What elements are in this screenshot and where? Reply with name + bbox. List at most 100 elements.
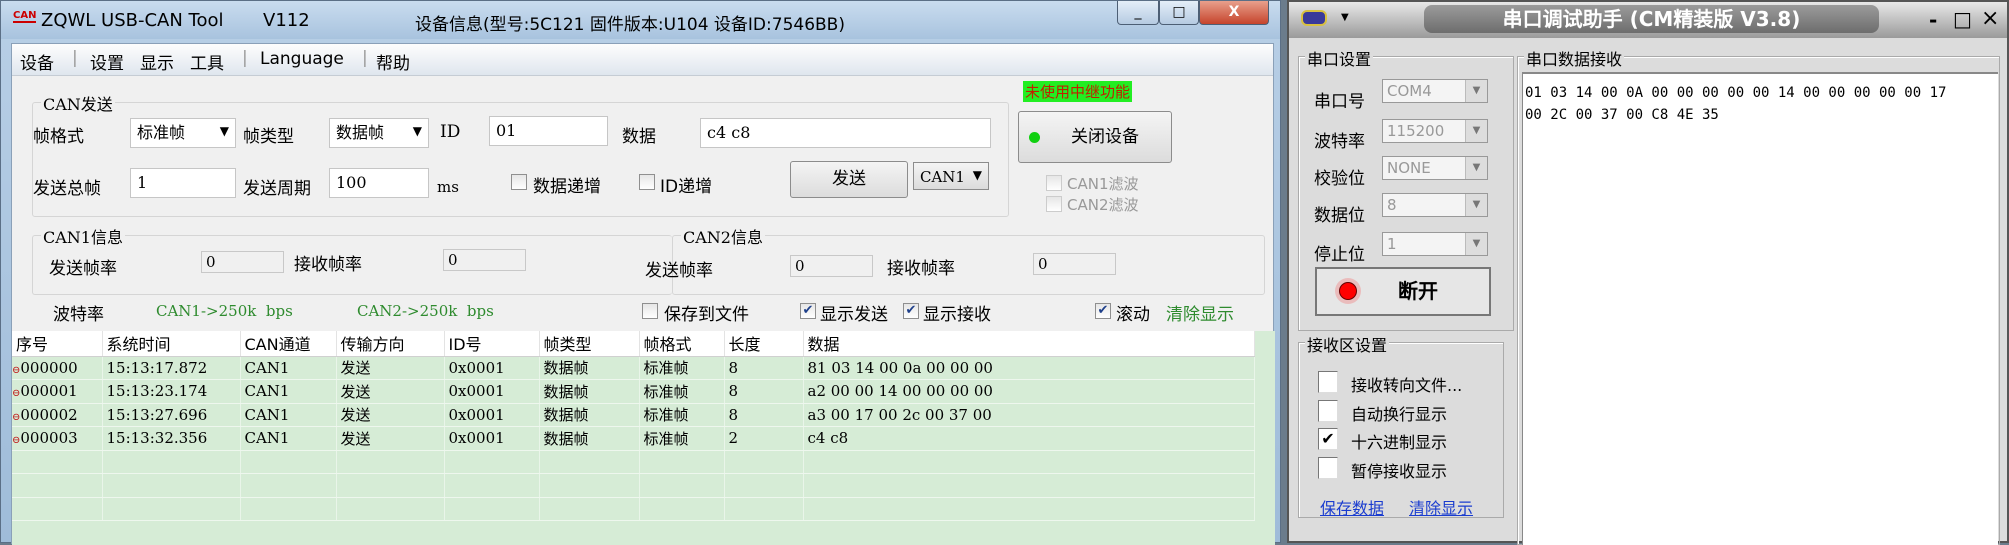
- can1-filter-checkbox[interactable]: [1046, 175, 1062, 191]
- field-select[interactable]: COM4 ▼: [1382, 79, 1488, 103]
- red-led-icon: [1339, 282, 1357, 300]
- can2-recv-rate: 0: [1033, 253, 1116, 275]
- can2-filter-checkbox[interactable]: [1046, 196, 1062, 212]
- menu-tools[interactable]: 工具: [190, 49, 224, 74]
- chevron-down-icon: ▼: [1465, 194, 1487, 216]
- minimize-button[interactable]: -: [1929, 8, 1937, 32]
- title-bar: ▼ 串口调试助手 (CM精装版 V3.8) - □ ×: [1289, 2, 2007, 38]
- menu-separator: |: [362, 48, 368, 68]
- cell-length: 8: [724, 403, 804, 427]
- empty-cell: [12, 497, 103, 521]
- field-select[interactable]: 1 ▼: [1382, 232, 1488, 256]
- app-menu-icon[interactable]: [1301, 10, 1327, 26]
- id-label: ID: [440, 122, 461, 142]
- close-button[interactable]: ×: [1981, 6, 1999, 31]
- maximize-button[interactable]: □: [1159, 1, 1199, 25]
- can1-send-rate-label: 发送帧率: [49, 259, 117, 279]
- menu-device[interactable]: 设备: [20, 49, 54, 74]
- channel-select[interactable]: CAN1 ▼: [913, 162, 989, 190]
- cell-text: 发送: [340, 359, 371, 378]
- save-to-file-checkbox[interactable]: [642, 303, 658, 319]
- frame-format-select[interactable]: 标准帧 ▼: [130, 118, 236, 148]
- empty-cell: [102, 450, 241, 474]
- col-length[interactable]: 长度: [724, 331, 804, 357]
- can1-recv-rate: 0: [443, 249, 526, 271]
- cell-frame-format: 标准帧: [639, 426, 725, 451]
- cell-text: 2: [728, 429, 739, 448]
- receive-option-checkbox[interactable]: ✔: [1318, 428, 1338, 450]
- frame-type-select[interactable]: 数据帧 ▼: [329, 118, 429, 148]
- col-time[interactable]: 系统时间: [102, 331, 241, 357]
- receive-option-label: 暂停接收显示: [1351, 462, 1448, 481]
- receive-option-checkbox[interactable]: [1318, 400, 1338, 422]
- show-send-label: 显示发送: [820, 305, 888, 325]
- can2-send-rate-label: 发送帧率: [645, 261, 713, 281]
- col-direction[interactable]: 传输方向: [336, 331, 445, 357]
- field-select[interactable]: 115200 ▼: [1382, 119, 1488, 143]
- maximize-button[interactable]: □: [1953, 7, 1972, 31]
- col-frame-type[interactable]: 帧类型: [539, 331, 640, 357]
- cell-text: 0x0001: [448, 382, 505, 401]
- col-id[interactable]: ID号: [444, 331, 540, 357]
- period-input[interactable]: 100: [329, 168, 429, 198]
- message-table: 序号 系统时间 CAN通道 传输方向 ID号 帧类型 帧格式 长度 数据 ⊖00…: [12, 331, 1275, 545]
- send-button[interactable]: 发送: [790, 161, 908, 198]
- col-index[interactable]: 序号: [12, 331, 103, 357]
- disconnect-button[interactable]: 断开: [1315, 267, 1491, 316]
- close-device-button[interactable]: 关闭设备: [1018, 111, 1172, 163]
- can2-info-group: CAN2信息: [672, 224, 1265, 295]
- menu-help[interactable]: 帮助: [376, 49, 410, 74]
- scroll-label: 滚动: [1116, 305, 1150, 325]
- cell-text: 15:13:23.174: [106, 382, 208, 401]
- data-input[interactable]: c4 c8: [700, 118, 991, 148]
- cell-index: ⊖000002: [12, 403, 103, 427]
- clear-display-link[interactable]: 清除显示: [1166, 300, 1234, 325]
- cell-id: 0x0001: [444, 379, 540, 404]
- table-row[interactable]: ⊖000003 15:13:32.356 CAN1 发送 0x0001 数据帧 标准帧 2 c4…: [12, 426, 1255, 451]
- cell-text: 15:13:27.696: [106, 405, 208, 424]
- show-recv-checkbox[interactable]: ✔: [903, 303, 919, 319]
- empty-cell: [539, 473, 640, 498]
- empty-cell: [336, 473, 445, 498]
- menu-settings[interactable]: 设置: [90, 49, 124, 74]
- minimize-button[interactable]: _: [1117, 1, 1159, 25]
- group-title: CAN1信息: [41, 224, 125, 248]
- table-row[interactable]: ⊖000000 15:13:17.872 CAN1 发送 0x0001 数据帧 标准帧 8 81…: [12, 356, 1255, 380]
- clear-display-link[interactable]: 清除显示: [1409, 495, 1473, 519]
- chevron-down-icon[interactable]: ▼: [1341, 12, 1349, 23]
- chevron-down-icon: ▼: [219, 124, 229, 138]
- receive-option-checkbox[interactable]: [1318, 371, 1338, 393]
- empty-cell: [724, 450, 804, 474]
- cell-frame-type: 数据帧: [539, 426, 640, 451]
- col-channel[interactable]: CAN通道: [240, 331, 337, 357]
- cell-text: 81 03 14 00 0a 00 00 00: [807, 358, 993, 377]
- scroll-checkbox[interactable]: ✔: [1095, 303, 1111, 319]
- close-button[interactable]: X: [1199, 1, 1269, 25]
- menu-display[interactable]: 显示: [140, 49, 174, 74]
- col-data[interactable]: 数据: [803, 331, 1255, 357]
- field-value: 8: [1387, 196, 1397, 214]
- can2-send-rate: 0: [790, 255, 873, 277]
- group-title: 串口数据接收: [1524, 46, 1625, 70]
- id-input[interactable]: 01: [489, 116, 608, 146]
- receive-option-checkbox[interactable]: [1318, 457, 1338, 479]
- empty-row: [12, 450, 1255, 474]
- field-select[interactable]: NONE ▼: [1382, 156, 1488, 180]
- total-frames-input[interactable]: 1: [130, 168, 236, 198]
- field-select[interactable]: 8 ▼: [1382, 193, 1488, 217]
- can1-baud: CAN1->250k bps: [156, 302, 293, 320]
- receive-text-area[interactable]: 01 03 14 00 0A 00 00 00 00 00 14 00 00 0…: [1522, 72, 1998, 545]
- save-data-link[interactable]: 保存数据: [1320, 495, 1384, 519]
- id-increment-checkbox[interactable]: [639, 174, 655, 190]
- show-send-checkbox[interactable]: ✔: [800, 303, 816, 319]
- cell-length: 8: [724, 356, 804, 380]
- cell-text: CAN1: [244, 405, 290, 424]
- table-row[interactable]: ⊖000002 15:13:27.696 CAN1 发送 0x0001 数据帧 标准帧 8 a3…: [12, 403, 1255, 427]
- table-row[interactable]: ⊖000001 15:13:23.174 CAN1 发送 0x0001 数据帧 标准帧 8 a2…: [12, 379, 1255, 404]
- data-increment-checkbox[interactable]: [511, 174, 527, 190]
- menu-language[interactable]: Language: [260, 49, 344, 69]
- empty-cell: [240, 473, 337, 498]
- empty-cell: [12, 450, 103, 474]
- col-frame-format[interactable]: 帧格式: [639, 331, 725, 357]
- data-increment-label: 数据递增: [533, 177, 601, 197]
